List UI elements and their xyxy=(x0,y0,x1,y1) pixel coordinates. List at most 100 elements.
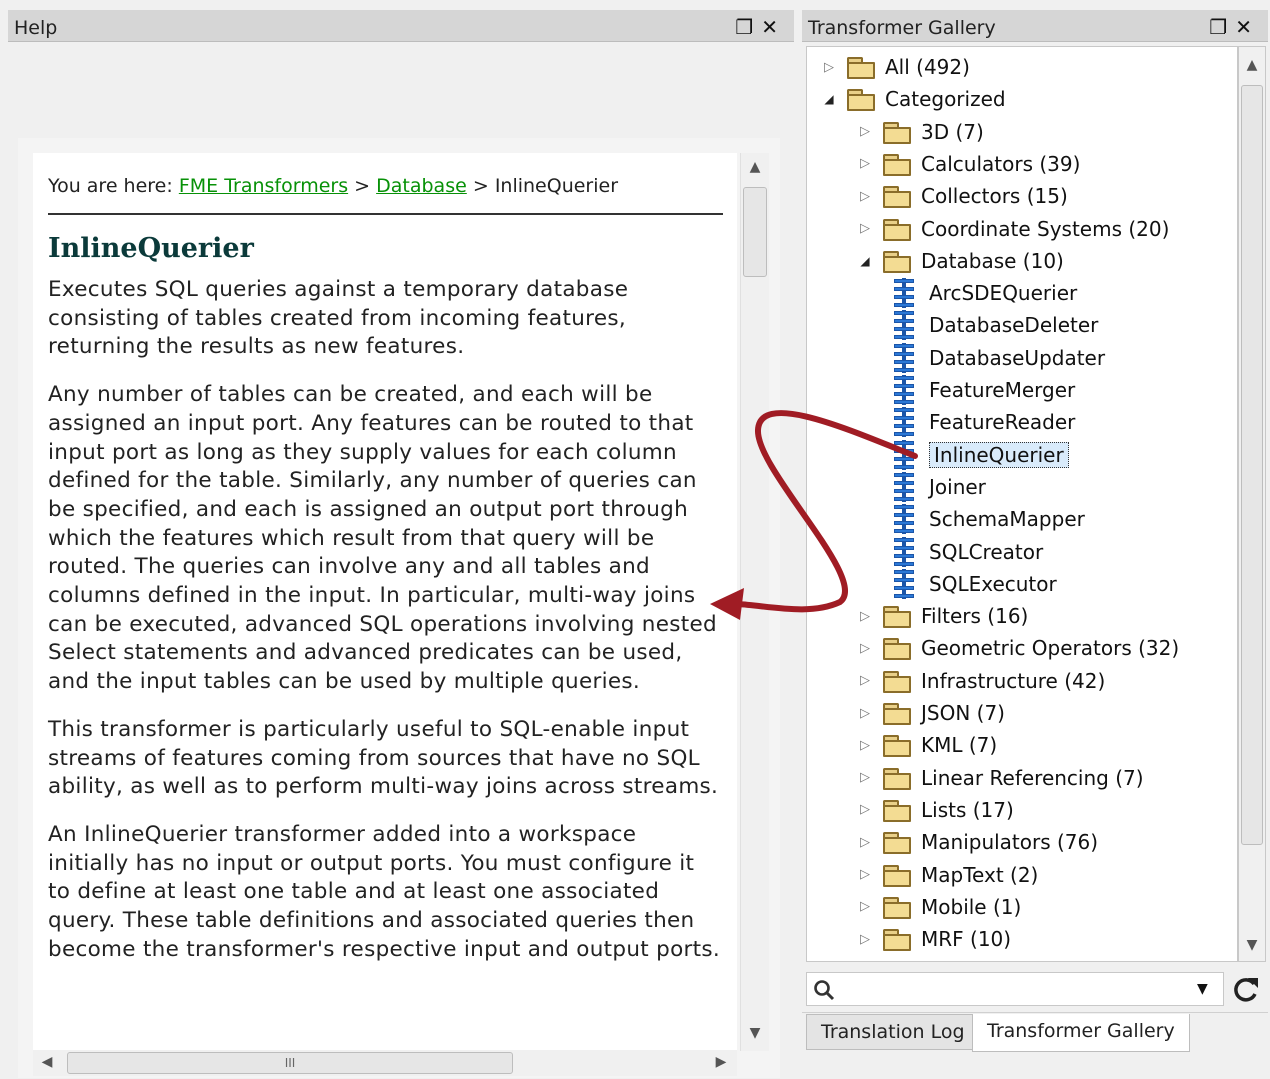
tree-item-label: Mobile (1) xyxy=(921,894,1022,919)
tree-transformer-item[interactable]: ArcSDEQuerier xyxy=(893,277,1077,309)
scroll-right-arrow-icon[interactable]: ▶ xyxy=(711,1054,731,1070)
help-panel-titlebar: Help ❐✕ xyxy=(8,10,794,42)
folder-icon xyxy=(883,703,911,725)
gallery-panel-titlebar: Transformer Gallery ❐✕ xyxy=(802,10,1268,42)
tree-item-label: All (492) xyxy=(885,55,970,79)
tree-folder-item[interactable]: ▷ JSON (7) xyxy=(857,697,1005,729)
tree-folder-item[interactable]: ▷ MapText (2) xyxy=(857,859,1038,891)
help-paragraph: An InlineQuerier transformer added into … xyxy=(48,821,721,962)
help-document: You are here: FME Transformers > Databas… xyxy=(33,153,737,1051)
search-icon xyxy=(814,980,835,1001)
refresh-icon[interactable] xyxy=(1232,975,1260,1003)
expand-triangle-icon[interactable]: ▷ xyxy=(857,899,873,914)
chevron-down-icon[interactable]: ▼ xyxy=(1197,981,1208,997)
tree-vertical-scrollbar[interactable]: ▲ ▼ xyxy=(1238,46,1266,962)
help-horizontal-scrollbar[interactable]: ◀ III ▶ xyxy=(33,1050,737,1076)
scroll-up-arrow-icon[interactable]: ▲ xyxy=(1239,57,1265,73)
breadcrumb-link-database[interactable]: Database xyxy=(376,175,467,197)
folder-icon xyxy=(883,121,911,144)
expand-triangle-icon[interactable]: ▷ xyxy=(857,221,873,236)
folder-icon xyxy=(883,735,911,758)
tree-item-label: Lists (17) xyxy=(921,797,1014,822)
expand-triangle-icon[interactable]: ▷ xyxy=(857,156,873,171)
folder-icon xyxy=(883,153,911,176)
tree-folder-item[interactable]: ▷ Lists (17) xyxy=(857,794,1014,826)
close-icon[interactable]: ✕ xyxy=(761,15,786,39)
breadcrumb-separator: > xyxy=(472,175,489,197)
float-panel-icon[interactable]: ❐ xyxy=(735,15,761,39)
gallery-panel-title: Transformer Gallery xyxy=(808,17,996,39)
expand-triangle-icon[interactable]: ▷ xyxy=(821,60,837,75)
tree-item-label: KML (7) xyxy=(921,733,998,758)
expand-triangle-icon[interactable]: ▷ xyxy=(857,706,873,721)
expand-triangle-icon[interactable]: ▷ xyxy=(857,738,873,753)
tree-item-label: 3D (7) xyxy=(921,119,984,144)
expand-triangle-icon[interactable]: ▷ xyxy=(857,673,873,688)
tree-folder-item[interactable]: ▷ Infrastructure (42) xyxy=(857,665,1105,697)
tree-folder-item[interactable]: ▷ 3D (7) xyxy=(857,116,984,148)
collapse-triangle-icon[interactable]: ◢ xyxy=(821,92,837,106)
scroll-down-arrow-icon[interactable]: ▼ xyxy=(1239,937,1265,953)
tree-folder-item[interactable]: ▷ MRF (10) xyxy=(857,923,1011,955)
expand-triangle-icon[interactable]: ▷ xyxy=(857,802,873,817)
tree-item-label: DatabaseUpdater xyxy=(929,345,1106,370)
tree-item-label: MRF (10) xyxy=(921,927,1012,952)
expand-triangle-icon[interactable]: ▷ xyxy=(857,641,873,656)
expand-triangle-icon[interactable]: ▷ xyxy=(857,932,873,947)
tree-item-label: Categorized xyxy=(885,87,1006,112)
tree-item-label: ArcSDEQuerier xyxy=(929,281,1078,306)
breadcrumb: You are here: FME Transformers > Databas… xyxy=(48,175,723,215)
float-panel-icon[interactable]: ❐ xyxy=(1209,15,1235,39)
tree-folder-item[interactable]: ◢ Categorized xyxy=(821,83,1006,115)
folder-icon xyxy=(883,186,911,209)
tree-item-label: FeatureReader xyxy=(929,410,1076,435)
tree-folder-item[interactable]: ◢ Database (10) xyxy=(857,245,1064,277)
help-paragraph: This transformer is particularly useful … xyxy=(48,716,719,800)
tree-item-label: SQLExecutor xyxy=(929,571,1057,596)
tree-folder-item[interactable]: ▷ KML (7) xyxy=(857,729,997,761)
tree-folder-item[interactable]: ▷ Manipulators (76) xyxy=(857,826,1098,858)
scrollbar-grip: III xyxy=(284,1056,296,1070)
search-input[interactable] xyxy=(841,977,1185,1003)
page-title: InlineQuerier xyxy=(48,233,254,264)
collapse-triangle-icon[interactable]: ◢ xyxy=(857,254,873,268)
expand-triangle-icon[interactable]: ▷ xyxy=(857,770,873,785)
scrollbar-thumb[interactable]: III xyxy=(67,1052,513,1074)
scroll-up-arrow-icon[interactable]: ▲ xyxy=(741,159,769,175)
tree-item-label: FeatureMerger xyxy=(929,378,1076,402)
tree-item-label: SQLCreator xyxy=(929,539,1044,564)
tab-translation-log[interactable]: Translation Log xyxy=(806,1014,980,1050)
tree-item-label: Calculators (39) xyxy=(921,151,1081,176)
help-panel-window-buttons: ❐✕ xyxy=(735,15,786,39)
tab-transformer-gallery[interactable]: Transformer Gallery xyxy=(972,1014,1190,1052)
expand-triangle-icon[interactable]: ▷ xyxy=(857,124,873,139)
expand-triangle-icon[interactable]: ▷ xyxy=(857,189,873,204)
folder-icon xyxy=(847,57,875,79)
folder-icon xyxy=(883,799,911,822)
tree-folder-item[interactable]: ▷ Mobile (1) xyxy=(857,891,1021,923)
tree-folder-item[interactable]: ▷ Collectors (15) xyxy=(857,180,1068,212)
tree-folder-item[interactable]: ▷ Calculators (39) xyxy=(857,148,1080,180)
scrollbar-thumb[interactable] xyxy=(743,187,767,277)
tree-transformer-item[interactable]: DatabaseUpdater xyxy=(893,342,1105,374)
breadcrumb-current: InlineQuerier xyxy=(494,175,619,197)
gallery-search-box[interactable]: ▼ xyxy=(806,972,1224,1006)
help-paragraph: Executes SQL queries against a temporary… xyxy=(48,277,629,360)
breadcrumb-link-fme-transformers[interactable]: FME Transformers xyxy=(179,175,348,197)
tree-item-label: Manipulators (76) xyxy=(921,830,1099,855)
close-icon[interactable]: ✕ xyxy=(1235,15,1260,39)
scrollbar-thumb[interactable] xyxy=(1241,85,1263,845)
transformer-icon xyxy=(893,278,915,309)
tree-folder-item[interactable]: ▷ All (492) xyxy=(821,51,970,83)
tree-folder-item[interactable]: ▷ Coordinate Systems (20) xyxy=(857,213,1169,245)
expand-triangle-icon[interactable]: ▷ xyxy=(857,835,873,850)
tree-transformer-item[interactable]: DatabaseDeleter xyxy=(893,309,1098,341)
tree-item-label: Infrastructure (42) xyxy=(921,668,1106,693)
folder-icon xyxy=(883,250,911,273)
tree-folder-item[interactable]: ▷ Linear Referencing (7) xyxy=(857,762,1144,794)
scroll-left-arrow-icon[interactable]: ◀ xyxy=(37,1054,57,1070)
scroll-down-arrow-icon[interactable]: ▼ xyxy=(741,1025,769,1041)
tree-item-label: Geometric Operators (32) xyxy=(921,636,1180,661)
tree-folder-item-partial[interactable] xyxy=(857,955,921,961)
expand-triangle-icon[interactable]: ▷ xyxy=(857,867,873,882)
